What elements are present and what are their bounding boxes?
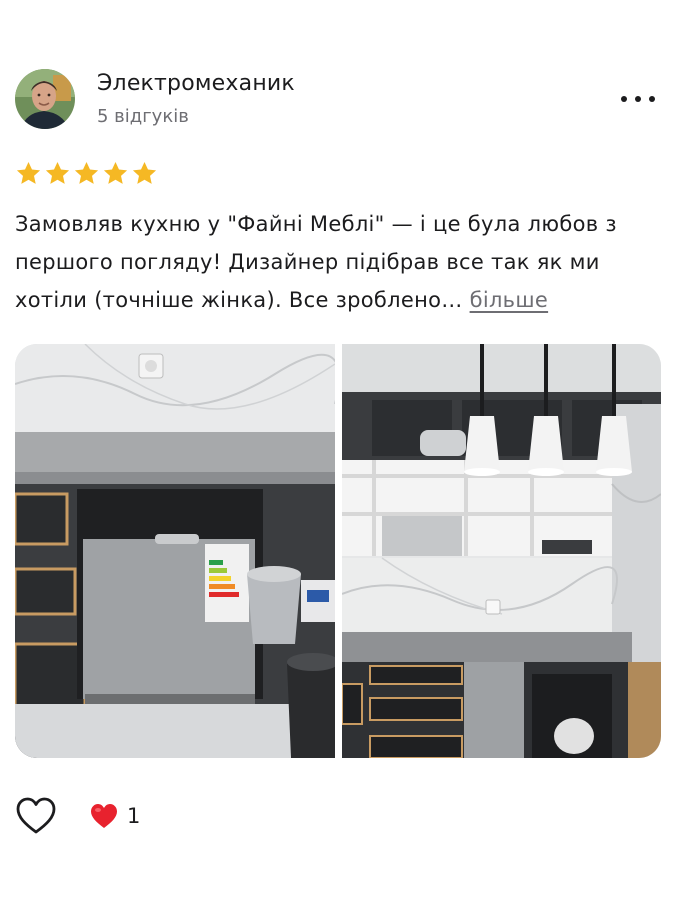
more-link[interactable]: більше [470,288,549,312]
heart-outline-icon[interactable] [15,796,57,836]
dot [649,96,655,102]
star-icon [74,162,99,184]
avatar[interactable] [15,69,75,129]
star-icon [103,162,128,184]
star-icon [45,162,70,184]
review-header: Электромеханик 5 відгуків [15,69,661,131]
star-rating [15,160,158,190]
star-icon [132,162,157,184]
kitchen-shelves-pendant-lamps-photo[interactable] [342,344,661,758]
more-options-icon[interactable] [621,85,655,113]
author-review-count: 5 відгуків [97,106,189,127]
star-icon [16,162,41,184]
red-heart-icon [91,804,117,828]
dishwasher-installation-photo[interactable] [15,344,335,758]
dot [621,96,627,102]
dot [635,96,641,102]
author-name[interactable]: Электромеханик [97,71,295,96]
reaction-count: 1 [127,804,141,828]
reaction-summary[interactable]: 1 [89,802,140,830]
review-text: Замовляв кухню у "Файні Меблі" — і це бу… [15,205,665,319]
review-actions: 1 [15,796,315,840]
